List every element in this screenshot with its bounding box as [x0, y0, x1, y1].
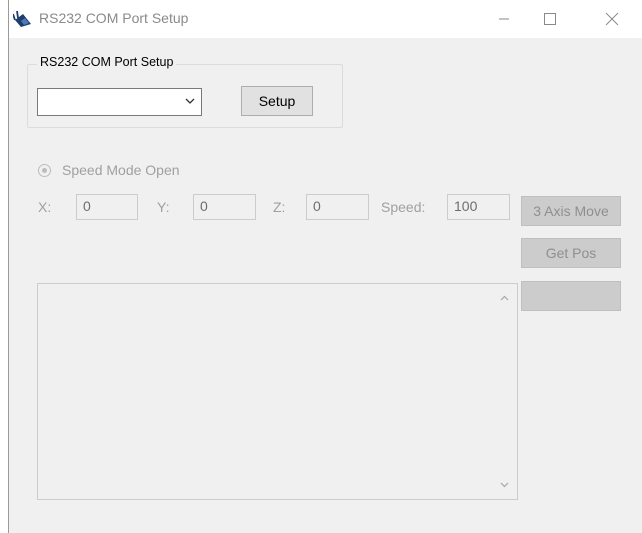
blank-button[interactable] [521, 281, 621, 311]
close-button[interactable] [589, 0, 635, 38]
setup-button[interactable]: Setup [241, 86, 313, 116]
plug-icon [13, 10, 31, 27]
z-label: Z: [273, 199, 286, 215]
close-icon [605, 12, 619, 26]
com-port-combobox[interactable] [37, 88, 202, 116]
z-input[interactable]: 0 [306, 194, 369, 220]
main-window: RS232 COM Port Setup RS232 COM Port Setu… [8, 0, 642, 533]
x-label: X: [38, 199, 52, 215]
maximize-button[interactable] [527, 0, 573, 38]
y-input[interactable]: 0 [193, 194, 256, 220]
speed-label: Speed: [381, 199, 426, 215]
window-title: RS232 COM Port Setup [39, 10, 189, 26]
radio-dot [42, 168, 47, 173]
speed-mode-label: Speed Mode Open [62, 162, 180, 178]
minimize-icon [499, 18, 509, 20]
speed-mode-radio[interactable] [38, 164, 51, 177]
groupbox-legend: RS232 COM Port Setup [37, 55, 177, 69]
three-axis-move-button[interactable]: 3 Axis Move [521, 196, 621, 226]
log-textbox[interactable] [37, 283, 518, 500]
scroll-up-icon[interactable] [500, 295, 509, 301]
speed-input[interactable]: 100 [447, 194, 510, 220]
maximize-icon [544, 13, 556, 25]
get-pos-button[interactable]: Get Pos [521, 238, 621, 268]
title-bar[interactable]: RS232 COM Port Setup [9, 0, 642, 38]
minimize-button[interactable] [481, 0, 527, 38]
scroll-down-icon[interactable] [500, 482, 509, 488]
x-input[interactable]: 0 [76, 194, 138, 220]
y-label: Y: [157, 199, 170, 215]
chevron-down-icon [185, 98, 195, 104]
